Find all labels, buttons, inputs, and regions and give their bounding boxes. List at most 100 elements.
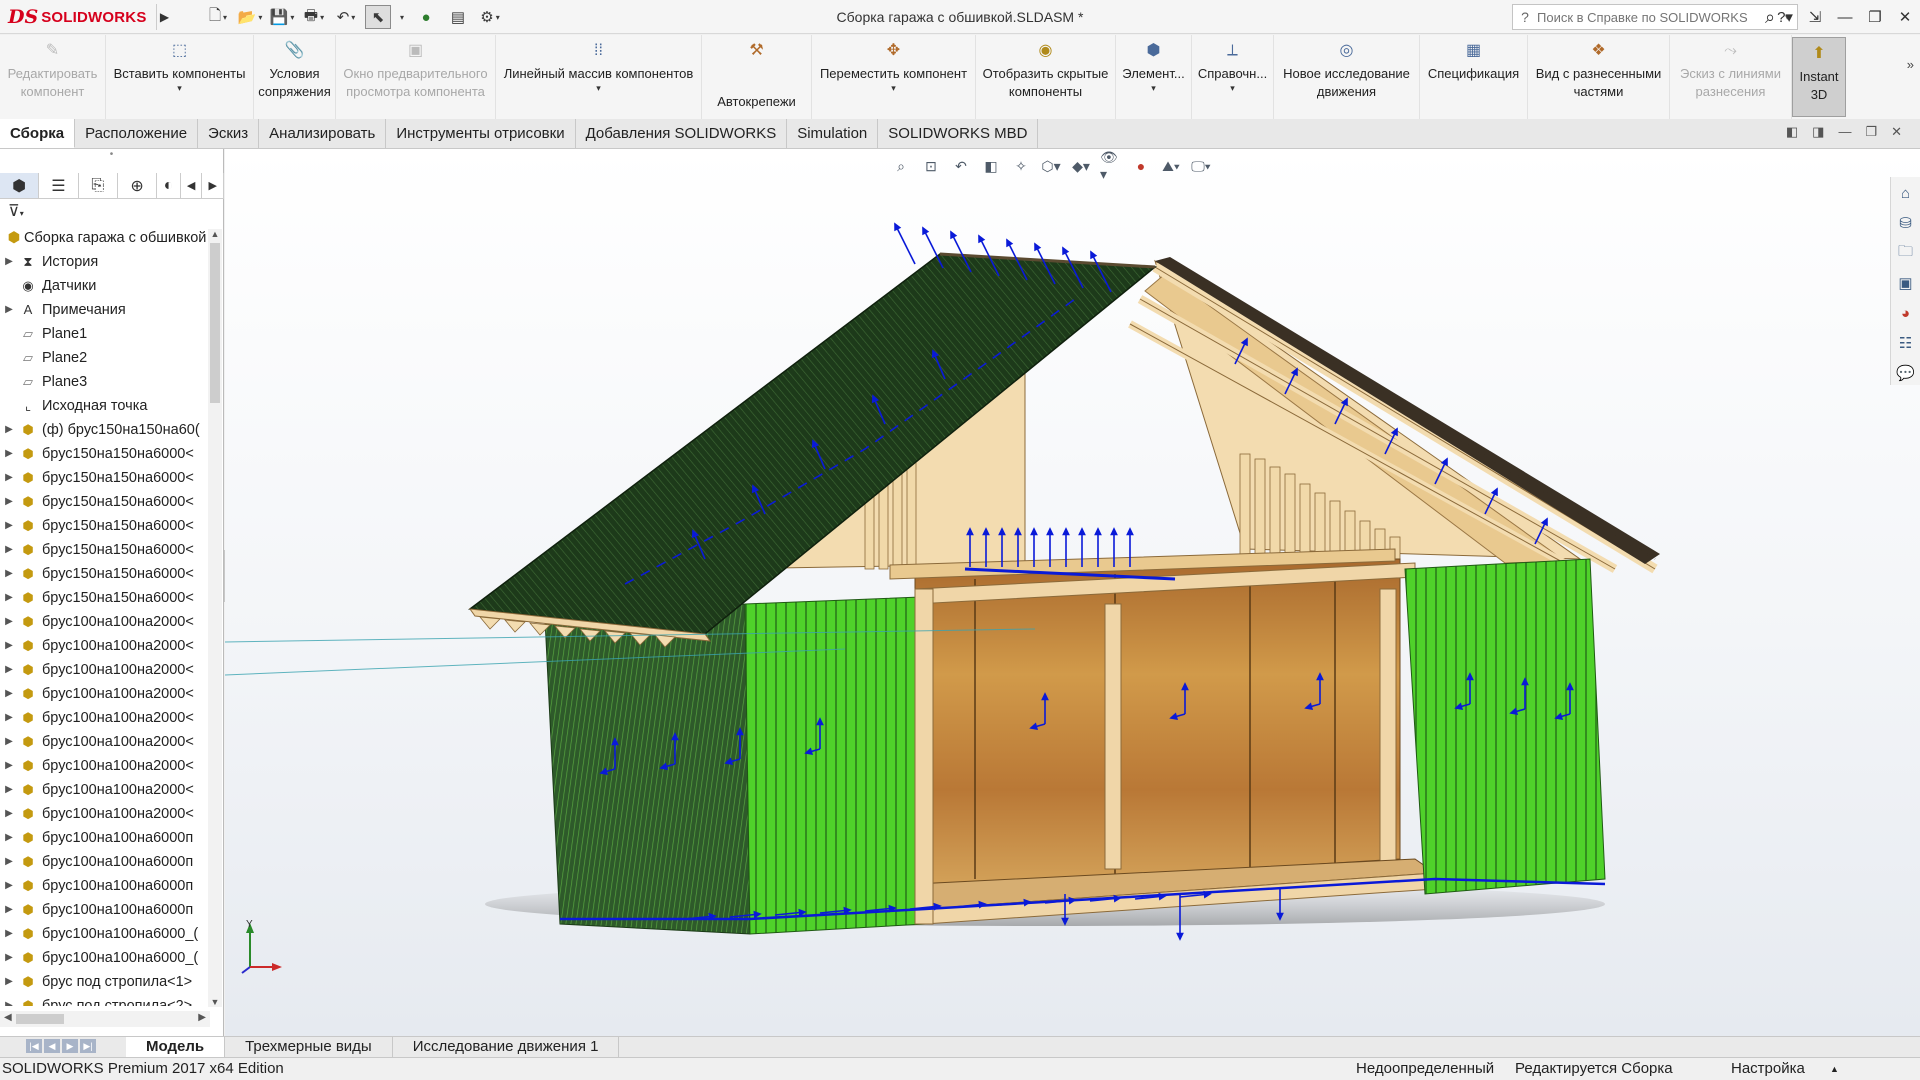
tab-addins[interactable]: Добавления SOLIDWORKS: [576, 119, 788, 148]
instant3d-button[interactable]: ⬆ Instant 3D: [1792, 37, 1846, 117]
move-component-button[interactable]: ✥ Переместить компонент ▾: [812, 35, 976, 119]
zoom-to-fit-icon[interactable]: ⌕: [890, 155, 912, 177]
forum-icon[interactable]: 💬: [1894, 361, 1918, 385]
help-search-input[interactable]: [1537, 9, 1755, 25]
property-manager-tab-icon[interactable]: ☰: [39, 173, 79, 198]
tree-item[interactable]: ▶ ⬢ (ф) брус150на150на60(: [0, 418, 210, 442]
expand-icon[interactable]: ▶: [0, 730, 18, 754]
file-explorer-icon[interactable]: 🗀: [1894, 241, 1918, 265]
minimize-icon[interactable]: —: [1830, 9, 1860, 26]
expand-icon[interactable]: ▶: [0, 898, 18, 922]
expand-icon[interactable]: ▶: [0, 682, 18, 706]
zoom-to-area-icon[interactable]: ⊡: [920, 155, 942, 177]
chevron-down-icon[interactable]: ▾: [1151, 83, 1156, 93]
mate-button[interactable]: 📎 Условия сопряжения: [254, 35, 336, 119]
tree-item[interactable]: ▶ ⬢ брус100на100на6000п: [0, 898, 210, 922]
tab-markup[interactable]: Инструменты отрисовки: [386, 119, 576, 148]
help-question-icon[interactable]: ?: [1513, 9, 1537, 25]
tree-item[interactable]: ▱ Plane1: [0, 322, 210, 346]
custom-properties-icon[interactable]: ☷: [1894, 331, 1918, 355]
select-dropdown-icon[interactable]: ▾: [397, 5, 407, 29]
tree-item[interactable]: ▶ ⬢ брус100на100на2000<: [0, 802, 210, 826]
exploded-view-button[interactable]: ❖ Вид с разнесенными частями: [1528, 35, 1670, 119]
expand-icon[interactable]: ▶: [0, 586, 18, 610]
tree-item[interactable]: ▶ ⬢ брус150на150на6000<: [0, 490, 210, 514]
linear-pattern-button[interactable]: ⁞⁞ Линейный массив компонентов ▾: [496, 35, 702, 119]
display-style-icon[interactable]: ◆▾: [1070, 155, 1092, 177]
expand-icon[interactable]: ▶: [0, 298, 18, 322]
expand-icon[interactable]: ▶: [0, 946, 18, 970]
tree-item[interactable]: ▶ ⬢ брус150на150на6000<: [0, 442, 210, 466]
restore-icon[interactable]: ❐: [1860, 8, 1890, 26]
doc-close-icon[interactable]: ✕: [1891, 124, 1902, 140]
tab-scroll-right-icon[interactable]: ▶: [202, 173, 225, 198]
tree-item[interactable]: ▶ ⬢ брус100на100на6000п: [0, 850, 210, 874]
rebuild-icon[interactable]: ●: [413, 5, 439, 29]
tab-evaluate[interactable]: Анализировать: [259, 119, 387, 148]
tree-item[interactable]: ▶ ⬢ брус150на150на6000<: [0, 586, 210, 610]
expand-icon[interactable]: ▶: [0, 418, 18, 442]
chevron-up-icon[interactable]: ▲: [1830, 1058, 1839, 1080]
tree-item[interactable]: ▶ ⬢ брус100на100на2000<: [0, 682, 210, 706]
tab-scroll-left-icon[interactable]: ◀: [181, 173, 203, 198]
hide-show-items-icon[interactable]: 👁▾: [1100, 149, 1122, 182]
options-icon[interactable]: ⚙ ▾: [477, 5, 503, 29]
insert-components-button[interactable]: ⬚ Вставить компоненты ▾: [106, 35, 254, 119]
last-tab-icon[interactable]: ▶|: [80, 1039, 96, 1053]
section-view-icon[interactable]: ◧: [980, 155, 1002, 177]
tree-item[interactable]: ▶ ⬢ брус под стропила<1>: [0, 970, 210, 994]
tab-model[interactable]: Модель: [126, 1037, 226, 1057]
filter-icon[interactable]: ⊽▾: [0, 199, 224, 225]
tab-mbd[interactable]: SOLIDWORKS MBD: [878, 119, 1039, 148]
tab-simulation[interactable]: Simulation: [787, 119, 879, 148]
chevron-down-icon[interactable]: ▾: [891, 83, 896, 93]
help-search-box[interactable]: ? ⌕ ▾: [1512, 4, 1798, 30]
chevron-down-icon[interactable]: ▾: [596, 83, 601, 93]
display-manager-tab-icon[interactable]: ◐: [157, 173, 181, 198]
expand-icon[interactable]: ▶: [0, 610, 18, 634]
show-hidden-components-button[interactable]: ◉ Отобразить скрытые компоненты: [976, 35, 1116, 119]
prev-tab-icon[interactable]: ◀: [44, 1039, 60, 1053]
tree-item[interactable]: ▶ ⬢ брус100на100на2000<: [0, 706, 210, 730]
first-tab-icon[interactable]: |◀: [26, 1039, 42, 1053]
tree-item[interactable]: ▱ Plane3: [0, 370, 210, 394]
expand-icon[interactable]: ▶: [0, 802, 18, 826]
expand-icon[interactable]: ▶: [0, 538, 18, 562]
tree-item[interactable]: ▶ ⬢ брус под стропила<2>: [0, 994, 210, 1006]
tree-item[interactable]: ▶ ⬢ брус150на150на6000<: [0, 514, 210, 538]
design-library-icon[interactable]: ⛁: [1894, 211, 1918, 235]
tree-item[interactable]: ▶ ⬢ брус100на100на2000<: [0, 634, 210, 658]
tab-layout[interactable]: Расположение: [75, 119, 199, 148]
tree-item[interactable]: ▶ ⬢ брус100на100на2000<: [0, 658, 210, 682]
scroll-right-icon[interactable]: ▶: [198, 1012, 206, 1023]
expand-icon[interactable]: ▶: [0, 850, 18, 874]
select-icon[interactable]: ⬉: [365, 5, 391, 29]
panel-grip[interactable]: •: [0, 149, 223, 163]
tree-vertical-scrollbar[interactable]: ▲ ▼: [208, 229, 222, 1007]
tree-item[interactable]: ▶ ⬢ брус100на100на2000<: [0, 778, 210, 802]
expand-icon[interactable]: ▶: [0, 490, 18, 514]
tile-left-icon[interactable]: ◧: [1786, 124, 1798, 140]
expand-icon[interactable]: ▶: [0, 826, 18, 850]
scroll-left-icon[interactable]: ◀: [4, 1012, 12, 1023]
tree-item[interactable]: ▶ ⬢ брус100на100на6000_(: [0, 946, 210, 970]
appearances-icon[interactable]: ◕: [1894, 301, 1918, 325]
configuration-manager-tab-icon[interactable]: ⎘: [79, 173, 118, 198]
expand-icon[interactable]: ▶: [0, 562, 18, 586]
tree-item[interactable]: ▱ Plane2: [0, 346, 210, 370]
tab-3d-views[interactable]: Трехмерные виды: [225, 1037, 393, 1057]
tree-item[interactable]: ▶ ⬢ брус100на100на6000п: [0, 874, 210, 898]
solidworks-logo[interactable]: DS SOLIDWORKS: [8, 5, 147, 29]
home-icon[interactable]: ⌂: [1894, 181, 1918, 205]
feature-manager-tab-icon[interactable]: ⬢: [0, 173, 40, 198]
pin-icon[interactable]: ⇲: [1800, 8, 1830, 26]
toolbar-overflow-icon[interactable]: »: [1846, 35, 1920, 119]
tree-item[interactable]: ▶ ⬢ брус150на150на6000<: [0, 538, 210, 562]
tile-right-icon[interactable]: ◨: [1812, 124, 1824, 140]
tree-item[interactable]: ▶ ⬢ брус100на100на2000<: [0, 730, 210, 754]
expand-icon[interactable]: ▶: [0, 466, 18, 490]
graphics-area[interactable]: ⌕ ⊡ ↶ ◧ ✧ ⬡▾ ◆▾ 👁▾ ● ⛰▾ 🖵▾ ⌂ ⛁ 🗀 ▣ ◕ ☷ 💬…: [225, 149, 1920, 1037]
open-icon[interactable]: 📂 ▾: [237, 5, 263, 29]
save-icon[interactable]: 💾 ▾: [269, 5, 295, 29]
file-properties-icon[interactable]: ▤: [445, 5, 471, 29]
